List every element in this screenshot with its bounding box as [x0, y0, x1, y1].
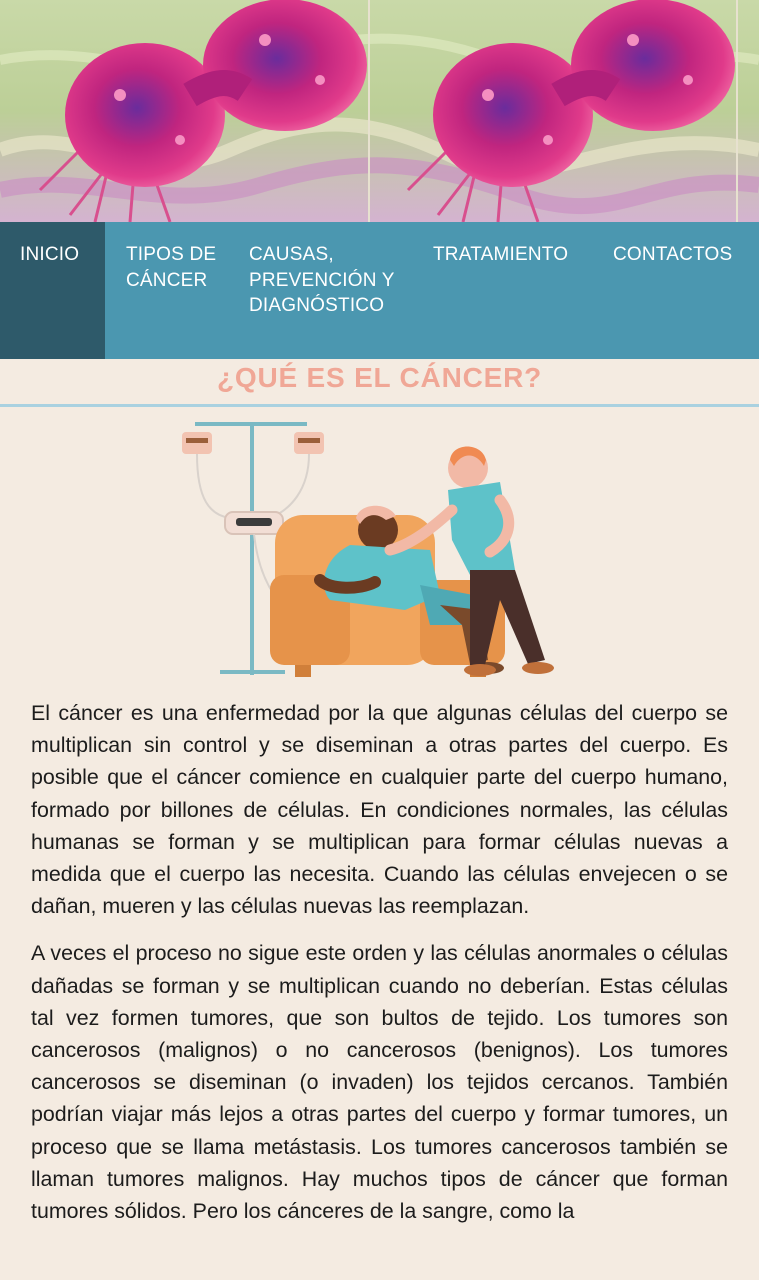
nav-item-causas[interactable]: CAUSAS, PREVENCIÓN Y DIAGNÓSTICO	[249, 242, 409, 319]
paragraph: A veces el proceso no sigue este orden y…	[31, 941, 728, 1224]
cancer-cell-image	[0, 0, 759, 222]
title-divider	[0, 404, 759, 407]
main-nav: INICIO TIPOS DE CÁNCER CAUSAS, PREVENCIÓ…	[0, 222, 759, 359]
paragraph: El cáncer es una enfermedad por la que a…	[31, 701, 728, 919]
article-content: El cáncer es una enfermedad por la que a…	[31, 697, 728, 1242]
hero-banner	[0, 0, 759, 222]
section-title: ¿QUÉ ES EL CÁNCER?	[216, 362, 543, 393]
nav-item-contactos[interactable]: CONTACTOS	[613, 242, 732, 268]
nav-item-tipos-de-cancer[interactable]: TIPOS DE CÁNCER	[126, 242, 236, 293]
nav-item-tratamiento[interactable]: TRATAMIENTO	[433, 242, 568, 268]
chemotherapy-patient-illustration	[170, 420, 590, 690]
nav-item-label: INICIO	[20, 244, 80, 265]
nav-item-inicio[interactable]: INICIO	[0, 222, 105, 359]
